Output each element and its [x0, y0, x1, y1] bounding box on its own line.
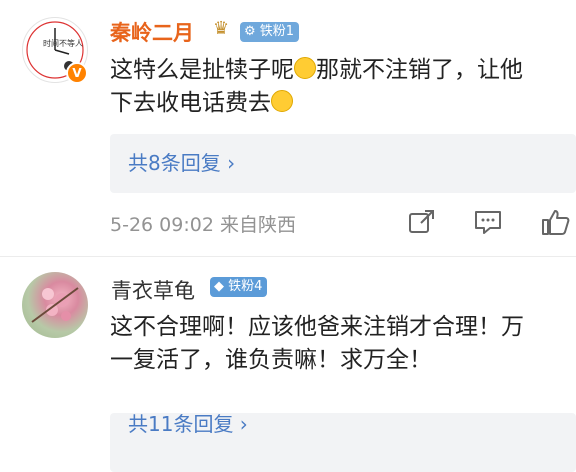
fan-badge-label: 铁粉1	[259, 24, 295, 39]
fan-badge[interactable]: ⚙ 铁粉1	[240, 22, 300, 42]
replies-label: 共11条回复 ›	[128, 412, 248, 436]
comment-text-line1b: 那就不注销了，让他	[316, 57, 523, 83]
like-icon[interactable]	[541, 208, 571, 236]
comment-text-line2: 下去收电话费去	[110, 90, 271, 116]
username[interactable]: 青衣草龟	[111, 275, 195, 305]
laugh-cry-emoji	[294, 57, 316, 79]
replies-button[interactable]: 共11条回复 ›	[110, 412, 576, 472]
comment-text-line1: 这特么是扯犊子呢	[110, 57, 294, 83]
verified-badge-icon: V	[66, 62, 88, 84]
username[interactable]: 秦岭二月	[110, 17, 194, 47]
avatar[interactable]	[22, 272, 88, 338]
comment-text: 这特么是扯犊子呢 那就不注销了，让他 下去收电话费去	[110, 54, 523, 120]
share-icon[interactable]	[407, 208, 437, 236]
replies-button[interactable]: 共8条回复 ›	[110, 134, 576, 193]
fan-badge-label: 铁粉4	[228, 279, 263, 294]
crown-icon: ♛	[213, 18, 230, 39]
replies-label: 共8条回复 ›	[128, 151, 236, 175]
avatar-text: 时间不等人	[43, 38, 83, 48]
comment-meta: 5-26 09:02 来自陕西	[110, 210, 296, 237]
divider	[0, 256, 576, 257]
diamond-icon: ◆	[214, 279, 224, 294]
comment-icon[interactable]	[473, 208, 503, 236]
fan-badge[interactable]: ◆ 铁粉4	[210, 277, 268, 297]
laugh-cry-emoji	[271, 90, 293, 112]
iron-fan-icon: ⚙	[244, 24, 256, 39]
location: 来自陕西	[219, 214, 296, 236]
comment-text: 这不合理啊！应该他爸来注销才合理！万 一复活了，谁负责嘛！求万全！	[110, 311, 524, 377]
timestamp: 5-26 09:02	[110, 214, 214, 236]
comment-text-line2: 一复活了，谁负责嘛！求万全！	[110, 347, 432, 373]
comment-text-line1: 这不合理啊！应该他爸来注销才合理！万	[110, 314, 524, 340]
